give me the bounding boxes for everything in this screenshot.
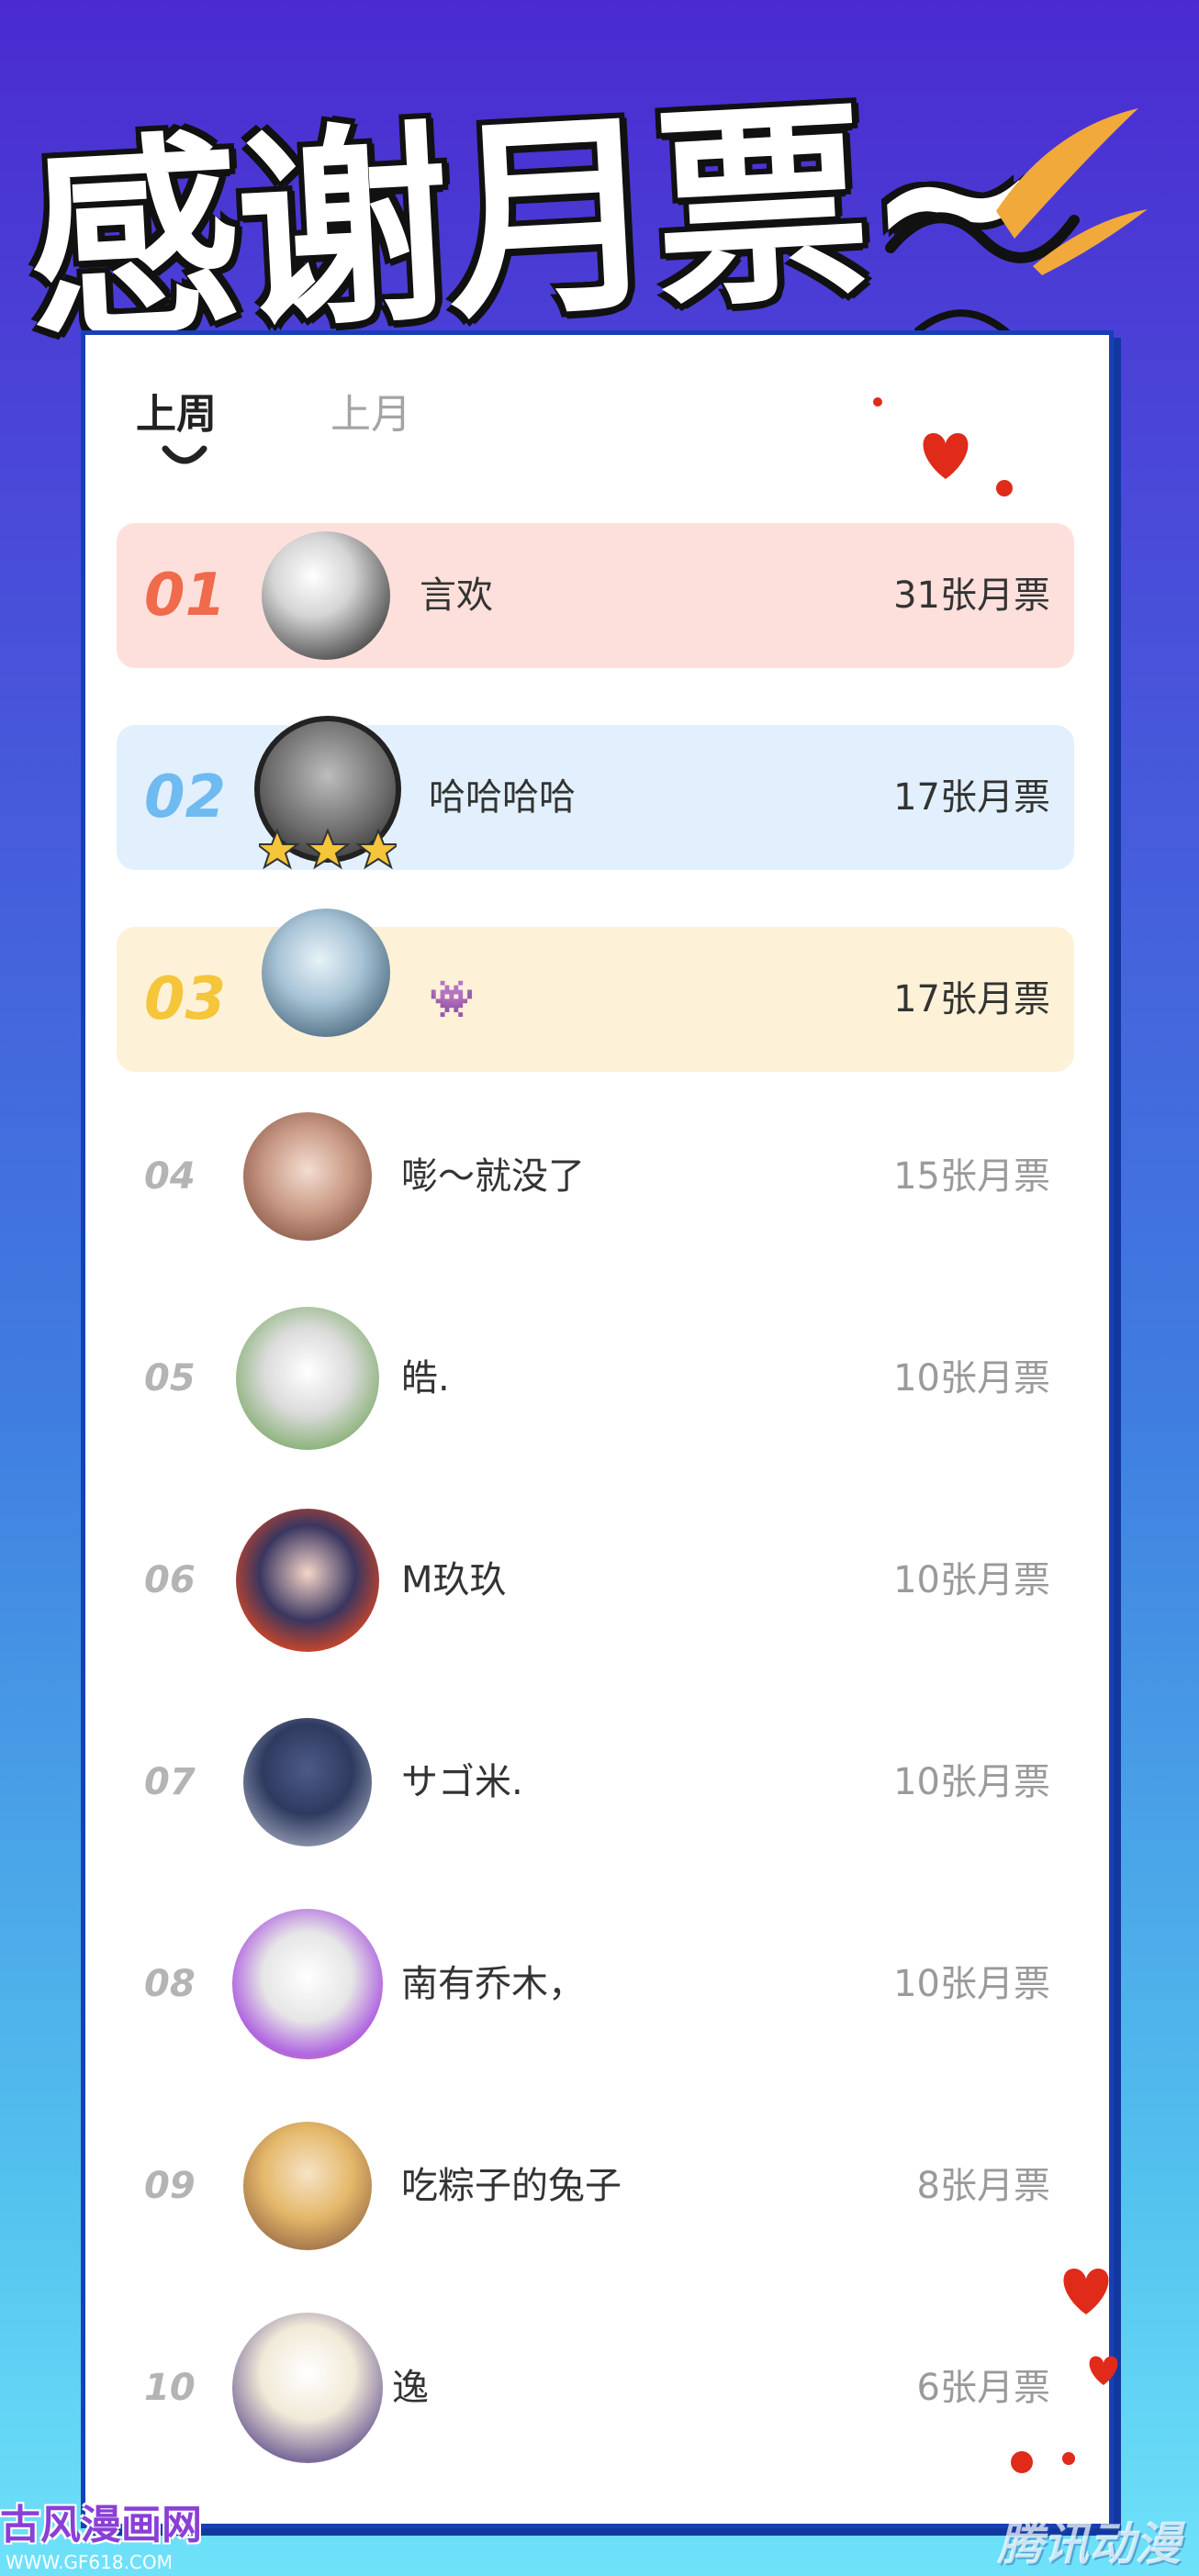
user-name: 嘭～就没了 [401,1155,585,1198]
ranking-row-9: 09 吃粽子的兔子 8张月票 [117,2113,1074,2258]
avatar[interactable] [236,1307,379,1450]
ranking-row-6: 06 M玖玖 10张月票 [117,1508,1074,1653]
rank-number: 10 [144,2367,196,2409]
rank-number: 01 [144,562,227,630]
rank-number: 06 [144,1559,196,1601]
vote-count: 10张月票 [893,1761,1050,1803]
vote-count: 10张月票 [893,1357,1050,1400]
rank-number: 04 [144,1155,196,1198]
ranking-card: 上周 上月 01 言欢 31张月票 02 哈哈哈哈 17张月票 03 👾 17张… [81,330,1114,2528]
vote-count: 10张月票 [893,1559,1050,1601]
user-name: サゴ米. [401,1761,523,1803]
ranking-row-7: 07 サゴ米. 10张月票 [117,1710,1074,1855]
vote-count: 17张月票 [893,776,1050,819]
avatar[interactable] [232,2313,383,2463]
user-name: 👾 [429,978,475,1020]
user-name: 南有乔木， [401,1963,585,2005]
vote-count: 15张月票 [893,1155,1050,1198]
heart-icon [1063,2269,1109,2314]
drop-icon [873,397,882,407]
vote-count: 8张月票 [916,2165,1050,2207]
avatar[interactable] [243,2122,372,2250]
rank-number: 03 [144,965,227,1033]
heart-icon [923,433,969,479]
ranking-row-5: 05 皓. 10张月票 [117,1306,1074,1451]
active-tab-indicator-icon [162,445,207,464]
vote-count: 17张月票 [893,978,1050,1020]
tab-last-week[interactable]: 上周 [136,381,217,440]
rank-number: 02 [144,764,227,831]
heart-icon [1089,2356,1118,2385]
rank-number: 08 [144,1963,196,2005]
ranking-row-4: 04 嘭～就没了 15张月票 [117,1104,1074,1249]
watermark-publisher-logo: 腾讯动漫 [997,2517,1181,2570]
avatar[interactable] [262,909,390,1037]
vote-count: 6张月票 [916,2367,1050,2409]
tab-last-month[interactable]: 上月 [331,381,411,440]
ranking-row-3: 03 👾 17张月票 [117,909,1074,1072]
drop-icon [1062,2452,1075,2465]
avatar[interactable] [262,531,390,660]
orange-accent-decoration [996,108,1148,275]
star-badge-icon [259,828,397,870]
avatar[interactable] [232,1909,383,2059]
user-name: 言欢 [420,574,493,617]
user-name: 逸 [392,2367,429,2409]
ranking-row-10: 10 逸 6张月票 [117,2313,1074,2463]
ranking-row-2: 02 哈哈哈哈 17张月票 [117,716,1074,870]
avatar[interactable] [243,1112,372,1241]
rank-number: 09 [144,2165,196,2207]
user-name: M玖玖 [401,1559,507,1601]
user-name: 哈哈哈哈 [429,776,576,819]
user-name: 吃粽子的兔子 [401,2165,622,2207]
ranking-row-8: 08 南有乔木， 10张月票 [117,1909,1074,2059]
vote-count: 10张月票 [893,1963,1050,2005]
watermark-site-url: WWW.GF618.COM [6,2551,173,2573]
drop-icon [1011,2451,1033,2473]
rank-number: 07 [144,1761,196,1803]
watermark-site-logo: 古风漫画网 [0,2502,202,2548]
vote-count: 31张月票 [893,574,1050,617]
ranking-row-1: 01 言欢 31张月票 [117,523,1074,668]
drop-icon [996,480,1013,496]
rank-number: 05 [144,1357,196,1400]
avatar[interactable] [243,1718,372,1846]
user-name: 皓. [401,1357,450,1400]
avatar[interactable] [236,1509,379,1652]
